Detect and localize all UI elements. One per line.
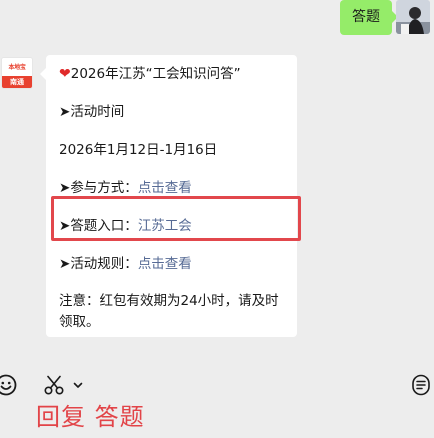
participate-link[interactable]: 点击查看 (138, 180, 192, 196)
official-account-avatar[interactable]: 本地宝 南通 (1, 57, 33, 89)
arrow-icon: ➤ (59, 104, 71, 120)
message-title-line: ❤2026年江苏“工会知识问答” (59, 65, 241, 83)
emoji-icon[interactable] (0, 370, 18, 400)
activity-dates: 2026年1月12日-1月16日 (59, 142, 218, 158)
official-account-logo-city: 南通 (2, 76, 32, 88)
official-account-logo: 本地宝 (2, 58, 32, 78)
arrow-icon: ➤ (59, 256, 71, 272)
outgoing-message-bubble[interactable]: 答题 (340, 0, 398, 35)
reply-instruction-caption: 回复 答题 (36, 403, 145, 431)
voice-icon[interactable] (409, 370, 433, 400)
entry-highlight-box (51, 196, 301, 241)
rules-line: ➤活动规则：点击查看 (59, 255, 192, 273)
user-avatar[interactable] (396, 0, 430, 34)
arrow-icon: ➤ (59, 180, 71, 196)
message-title: 2026年江苏“工会知识问答” (70, 66, 241, 82)
rules-link[interactable]: 点击查看 (138, 256, 192, 272)
outgoing-message-text: 答题 (352, 9, 380, 25)
participate-label: 参与方式： (70, 180, 138, 196)
scissors-icon[interactable] (43, 370, 65, 400)
heart-icon: ❤ (59, 66, 71, 82)
notice-text: 注意：红包有效期为24小时，请及时领取。 (59, 293, 279, 330)
chevron-down-icon[interactable] (72, 370, 84, 400)
activity-time-line: ➤活动时间 (59, 103, 124, 121)
chat-toolbar (0, 370, 434, 404)
user-avatar-image (396, 0, 430, 34)
participate-line: ➤参与方式：点击查看 (59, 179, 192, 197)
activity-time-label: 活动时间 (70, 104, 125, 120)
rules-label: 活动规则： (70, 256, 138, 272)
